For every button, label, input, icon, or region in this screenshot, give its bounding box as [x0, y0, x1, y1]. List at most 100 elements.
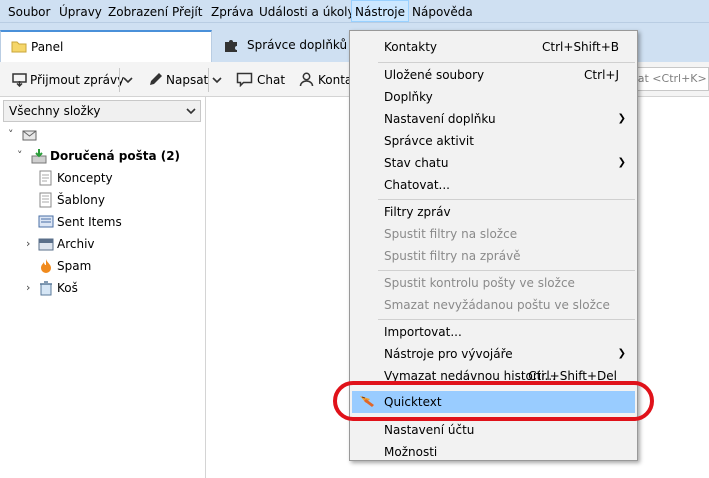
- contacts-button[interactable]: Konta: [299, 71, 352, 89]
- chat-label: Chat: [257, 73, 286, 87]
- menuitem-activity-manager[interactable]: Správce aktivit: [350, 130, 637, 152]
- folder-archive[interactable]: › Archiv: [0, 234, 200, 254]
- archive-icon: [38, 238, 54, 251]
- menu-upravy[interactable]: Úpravy: [59, 4, 102, 20]
- puzzle-icon: [225, 40, 237, 52]
- menuitem-run-filters-folder: Spustit filtry na složce: [350, 223, 637, 245]
- menu-separator: [378, 62, 635, 63]
- tab-addon-manager-label: Správce doplňků: [247, 38, 348, 52]
- mail-account-icon: [22, 130, 37, 141]
- chevron-down-icon: [123, 77, 133, 84]
- menuitem-import[interactable]: Importovat...: [350, 321, 637, 343]
- get-mail-label: Přijmout zprávy: [30, 73, 125, 87]
- tab-panel[interactable]: Panel: [0, 30, 212, 62]
- fire-icon: [41, 259, 51, 273]
- chat-icon: [236, 72, 253, 87]
- expanded-chevron-icon: ˅: [17, 149, 23, 162]
- folder-archive-label: Archiv: [57, 237, 95, 251]
- menuitem-label: Smazat nevyžádanou poštu ve složce: [384, 298, 610, 312]
- chevron-down-icon: [212, 77, 222, 84]
- menuitem-addon-settings[interactable]: Nastavení doplňku ❯: [350, 108, 637, 130]
- get-mail-button[interactable]: Přijmout zprávy: [12, 71, 124, 89]
- folder-trash[interactable]: › Koš: [0, 278, 200, 298]
- menu-napoveda[interactable]: Nápověda: [412, 4, 473, 20]
- menu-separator: [378, 270, 635, 271]
- submenu-arrow-icon: ❯: [617, 348, 626, 359]
- folder-inbox[interactable]: ˅ Doručená pošta (2): [0, 146, 200, 166]
- menuitem-label: Nastavení doplňku: [384, 112, 496, 126]
- write-label: Napsat: [166, 73, 209, 87]
- draft-icon: [39, 170, 52, 186]
- folder-pane: Všechny složky ˅ ˅ Doručená pošta (2) Ko…: [0, 97, 206, 478]
- folder-view-selector[interactable]: Všechny složky: [3, 100, 201, 122]
- menuitem-contacts[interactable]: Kontakty Ctrl+Shift+B: [350, 36, 637, 58]
- menuitem-account-settings[interactable]: Nastavení účtu: [350, 419, 637, 441]
- folder-sent-label: Sent Items: [57, 215, 122, 229]
- menuitem-addons[interactable]: Doplňky: [350, 86, 637, 108]
- menu-soubor[interactable]: Soubor: [8, 4, 50, 20]
- folder-drafts[interactable]: Koncepty: [0, 168, 200, 188]
- folder-templates-label: Šablony: [57, 193, 105, 207]
- menu-separator: [378, 319, 635, 320]
- menu-nastroje[interactable]: Nástroje: [351, 0, 410, 22]
- folder-spam-label: Spam: [57, 259, 92, 273]
- menuitem-chat-status[interactable]: Stav chatu ❯: [350, 152, 637, 174]
- menuitem-label: Uložené soubory: [384, 68, 485, 82]
- menuitem-label: Správce aktivit: [384, 134, 474, 148]
- menuitem-label: Chatovat...: [384, 178, 450, 192]
- menuitem-label: Spustit kontrolu pošty ve složce: [384, 276, 575, 290]
- menu-prejit[interactable]: Přejít: [172, 4, 202, 20]
- tab-addon-manager[interactable]: Správce doplňků: [215, 30, 365, 62]
- menuitem-developer-tools[interactable]: Nástroje pro vývojáře ❯: [350, 343, 637, 365]
- toolbar-divider: [119, 68, 120, 92]
- menuitem-delete-junk: Smazat nevyžádanou poštu ve složce: [350, 294, 637, 316]
- menu-zprava[interactable]: Zpráva: [211, 4, 254, 20]
- submenu-arrow-icon: ❯: [617, 157, 626, 168]
- chat-button[interactable]: Chat: [236, 71, 285, 89]
- menu-zobrazeni[interactable]: Zobrazení: [108, 4, 168, 20]
- menubar: Soubor Úpravy Zobrazení Přejít Zpráva Ud…: [0, 0, 709, 23]
- folder-icon: [11, 41, 27, 53]
- menuitem-message-filters[interactable]: Filtry zpráv: [350, 201, 637, 223]
- menuitem-saved-files[interactable]: Uložené soubory Ctrl+J: [350, 64, 637, 86]
- collapsed-chevron-icon: ›: [26, 281, 31, 294]
- menuitem-label: Doplňky: [384, 90, 433, 104]
- menuitem-label: Spustit filtry na zprávě: [384, 249, 521, 263]
- menuitem-label: Nastavení účtu: [384, 423, 475, 437]
- menuitem-label: Stav chatu: [384, 156, 449, 170]
- contact-icon: [299, 72, 314, 87]
- folder-trash-label: Koš: [57, 281, 78, 295]
- inbox-icon: [31, 149, 47, 164]
- write-dropdown[interactable]: [212, 71, 224, 89]
- menuitem-run-junk-controls: Spustit kontrolu pošty ve složce: [350, 272, 637, 294]
- template-icon: [39, 192, 52, 208]
- folder-templates[interactable]: Šablony: [0, 190, 200, 210]
- sent-icon: [38, 215, 54, 228]
- folder-sent[interactable]: Sent Items: [0, 212, 200, 232]
- submenu-arrow-icon: ❯: [617, 113, 626, 124]
- tab-panel-label: Panel: [31, 40, 64, 54]
- expanded-chevron-icon: ˅: [8, 128, 14, 141]
- menuitem-label: Importovat...: [384, 325, 462, 339]
- chevron-down-icon: [186, 108, 196, 115]
- trash-icon: [40, 281, 52, 296]
- contacts-label: Konta: [318, 73, 353, 87]
- account-row[interactable]: ˅: [0, 125, 200, 145]
- menu-separator: [378, 199, 635, 200]
- menuitem-options[interactable]: Možnosti: [350, 441, 637, 463]
- folder-inbox-label: Doručená pošta (2): [50, 149, 181, 163]
- menuitem-label: Kontakty: [384, 40, 438, 54]
- menuitem-shortcut: Ctrl+Shift+B: [542, 40, 619, 54]
- menuitem-label: Spustit filtry na složce: [384, 227, 518, 241]
- menu-udalosti-a-ukoly[interactable]: Události a úkoly: [259, 4, 355, 20]
- menuitem-label: Filtry zpráv: [384, 205, 451, 219]
- menuitem-shortcut: Ctrl+J: [584, 68, 619, 82]
- pencil-icon: [150, 73, 162, 85]
- menuitem-label: Možnosti: [384, 445, 438, 459]
- write-button[interactable]: Napsat: [148, 71, 208, 89]
- get-mail-dropdown[interactable]: [123, 71, 135, 89]
- folder-spam[interactable]: Spam: [0, 256, 200, 276]
- menuitem-chat[interactable]: Chatovat...: [350, 174, 637, 196]
- download-mail-icon: [12, 73, 27, 87]
- menuitem-run-filters-message: Spustit filtry na zprávě: [350, 245, 637, 267]
